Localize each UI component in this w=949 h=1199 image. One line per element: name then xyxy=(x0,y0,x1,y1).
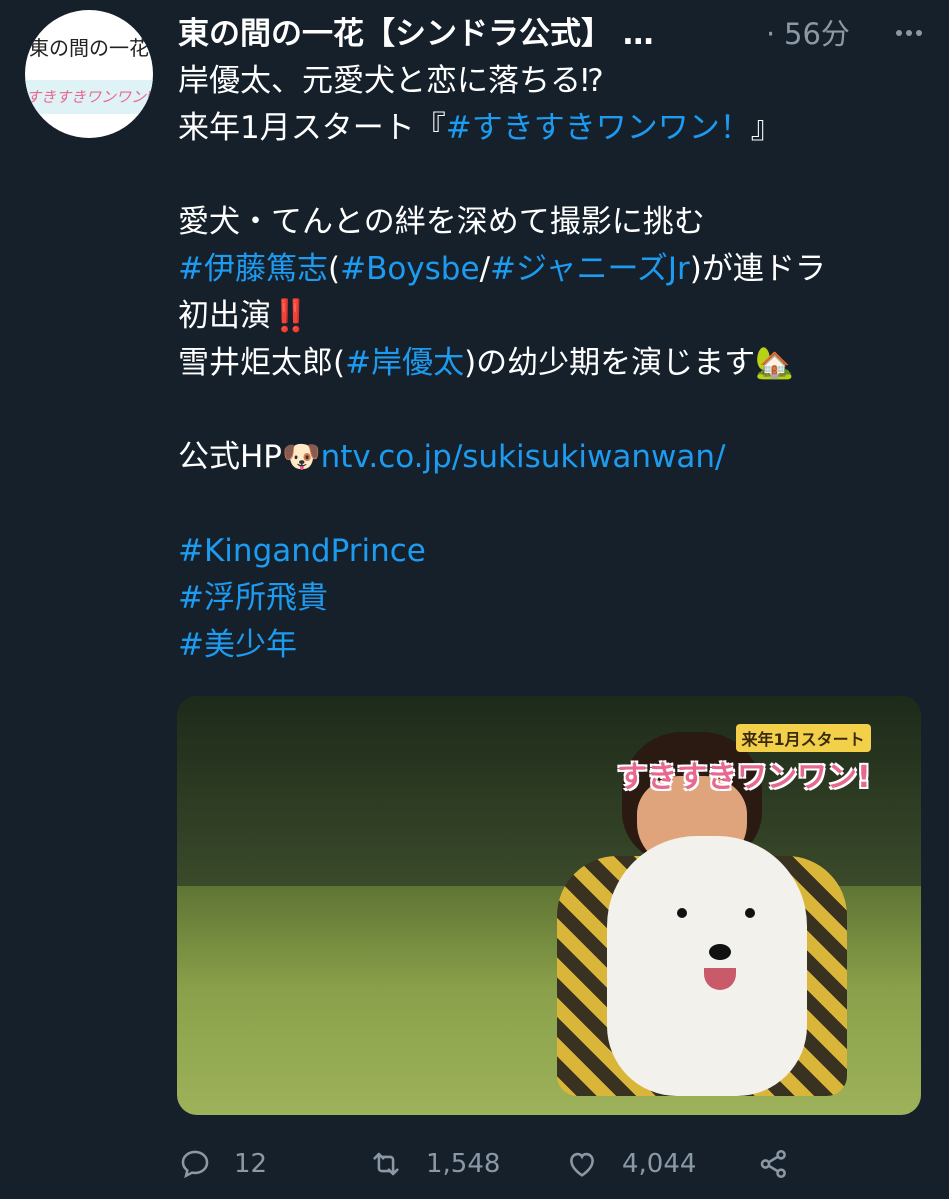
tweet-line-7: 公式HP🐶ntv.co.jp/sukisukiwanwan/ xyxy=(178,434,928,481)
avatar-logo-text: 東の間の一花 xyxy=(29,36,149,60)
hashtag-link[interactable]: #浮所飛貴 xyxy=(178,575,928,622)
share-icon xyxy=(760,1149,786,1179)
like-button[interactable]: 4,044 xyxy=(564,1140,696,1188)
tweet-text: 岸優太、元愛犬と恋に落ちる⁉ 来年1月スタート『#すきすきワンワン！』 愛犬・て… xyxy=(178,58,928,669)
tweet-text-segment: / xyxy=(479,251,491,287)
show-logo-title: すきすきワンワン! xyxy=(617,760,871,795)
website-link[interactable]: ntv.co.jp/sukisukiwanwan/ xyxy=(321,439,726,475)
timestamp[interactable]: 56分 xyxy=(784,12,850,56)
hashtag-link[interactable]: #美少年 xyxy=(178,622,928,669)
photo-dog xyxy=(607,836,807,1096)
hashtag-link[interactable]: #岸優太 xyxy=(345,345,464,381)
hashtag-link[interactable]: #伊藤篤志 xyxy=(178,251,328,287)
reply-icon xyxy=(181,1150,209,1179)
tweet-line-1: 岸優太、元愛犬と恋に落ちる⁉ xyxy=(178,63,604,99)
share-button[interactable] xyxy=(756,1140,814,1188)
tweet-line-2: 来年1月スタート『#すきすきワンワン！』 xyxy=(178,105,928,152)
show-logo-tagline: 来年1月スタート xyxy=(735,724,871,752)
photo-dog-nose xyxy=(709,944,731,960)
tweet-line-5: 初出演‼️ xyxy=(178,298,310,334)
tweet-text-segment: 来年1月スタート『 xyxy=(178,110,446,146)
tweet-text-segment: 雪井炬太郎( xyxy=(178,345,346,381)
tweet-line-3: 愛犬・てんとの絆を深めて撮影に挑む xyxy=(178,204,705,240)
more-options-icon[interactable] xyxy=(894,18,924,48)
avatar-logo-subtext: すきすきワンワン! xyxy=(25,88,152,106)
retweet-button[interactable]: 1,548 xyxy=(368,1140,500,1188)
tweet-text-segment: )の幼少期を演じます🏡 xyxy=(464,345,794,381)
tweet-text-segment: ( xyxy=(327,251,341,287)
reply-button[interactable]: 12 xyxy=(178,1140,267,1188)
hashtag-link[interactable]: #KingandPrince xyxy=(178,528,928,575)
tweet-line-4: #伊藤篤志(#Boysbe/#ジャニーズJr)が連ドラ xyxy=(178,246,928,293)
hashtag-link[interactable]: #Boysbe xyxy=(340,251,479,287)
tweet-text-segment: 公式HP🐶 xyxy=(178,439,321,475)
heart-icon xyxy=(570,1152,594,1177)
tweet-actions: 12 1,548 4,044 xyxy=(178,1140,938,1188)
reply-count: 12 xyxy=(234,1149,268,1179)
tweet-media-image[interactable]: 来年1月スタート すきすきワンワン! xyxy=(177,696,921,1115)
tweet-line-6: 雪井炬太郎(#岸優太)の幼少期を演じます🏡 xyxy=(178,340,928,387)
photo-dog-eye xyxy=(677,908,687,918)
display-name[interactable]: 東の間の一花【シンドラ公式】 … xyxy=(178,12,654,56)
photo-dog-eye xyxy=(745,908,755,918)
like-count: 4,044 xyxy=(622,1149,697,1179)
hashtag-link[interactable]: #ジャニーズJr xyxy=(490,251,690,287)
show-logo: 来年1月スタート すきすきワンワン! xyxy=(617,724,871,796)
tweet-header: 東の間の一花【シンドラ公式】 … · 56分 xyxy=(178,12,923,56)
hashtag-link[interactable]: #すきすきワンワン！ xyxy=(446,110,751,146)
avatar[interactable]: 東の間の一花 すきすきワンワン! xyxy=(25,10,153,138)
header-separator: · xyxy=(766,17,776,51)
tweet-text-segment: 』 xyxy=(750,110,782,146)
retweet-count: 1,548 xyxy=(426,1149,501,1179)
retweet-icon xyxy=(373,1152,399,1176)
tweet-text-segment: )が連ドラ xyxy=(689,251,826,287)
